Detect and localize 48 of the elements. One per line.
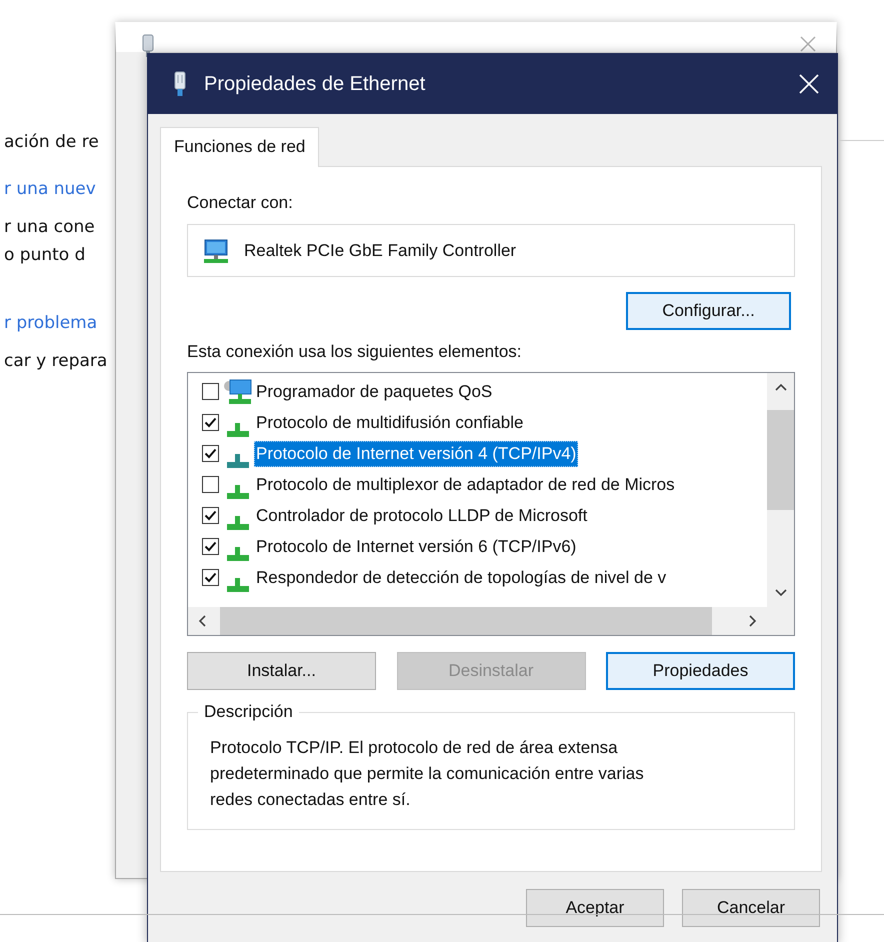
chevron-up-icon[interactable] [774,383,786,391]
list-item[interactable]: Protocolo de Internet versión 4 (TCP/IPv4) [254,440,578,466]
monitor-gear-icon [223,378,253,406]
checkbox[interactable] [202,445,219,462]
network-adapter-icon [202,238,230,264]
group-title: Descripción [198,702,299,722]
network-protocol-icon [227,546,249,560]
ethernet-icon [142,34,154,58]
list-item[interactable]: Respondedor de detección de topologías de nivel de v [254,564,668,590]
network-protocol-icon [227,578,249,592]
action-button[interactable]: Propiedades [606,652,795,690]
list-item[interactable]: Protocolo de multidifusión confiable [254,410,526,436]
chevron-down-icon[interactable] [774,589,786,597]
checkbox[interactable] [202,538,219,555]
list-item[interactable]: Protocolo de multiplexor de adaptador de red de Micros [254,472,677,498]
link[interactable]: r problema [4,309,108,337]
checkbox[interactable] [202,569,219,586]
adapter-name: Realtek PCIe GbE Family Controller [244,240,516,260]
tab[interactable]: Funciones de red [160,127,320,167]
window-title: Propiedades de Ethernet [204,72,426,96]
list-item[interactable]: Controlador de protocolo LLDP de Microsoft [254,502,590,528]
configure-button[interactable]: Configurar... [626,292,791,330]
page-text: r una cone [4,216,96,239]
chevron-right-icon[interactable] [749,615,757,627]
page-text: ación de re [4,131,100,154]
description-text: Protocolo TCP/IP. El protocolo de red de área extensa predeterminado que permite la comunicación entre varias redes conectadas entre sí. [210,737,645,811]
dialog-button[interactable]: Aceptar [526,889,664,927]
checkbox[interactable] [202,414,219,431]
field-label: Conectar con: [187,193,294,213]
ethernet-icon [174,71,186,97]
network-protocol-icon [227,484,249,498]
dialog-button[interactable]: Cancelar [682,889,820,927]
action-button[interactable]: Instalar... [187,652,376,690]
field-label: Esta conexión usa los siguientes elementos: [187,342,523,362]
checkbox[interactable] [202,383,219,400]
link[interactable]: r una nuev [4,175,108,203]
list-item[interactable]: Protocolo de Internet versión 6 (TCP/IPv6) [254,534,578,560]
checkbox[interactable] [202,507,219,524]
network-protocol-icon [227,516,249,530]
network-protocol-icon [227,454,249,468]
horizontal-scrollbar[interactable] [188,607,767,635]
page-text: car y repara [4,350,108,373]
checkbox[interactable] [202,476,219,493]
vertical-scrollbar[interactable] [767,373,794,607]
network-protocol-icon [227,422,249,436]
list-item[interactable]: Programador de paquetes QoS [254,378,494,404]
chevron-left-icon[interactable] [198,615,206,627]
page-text: o punto d [4,244,86,267]
